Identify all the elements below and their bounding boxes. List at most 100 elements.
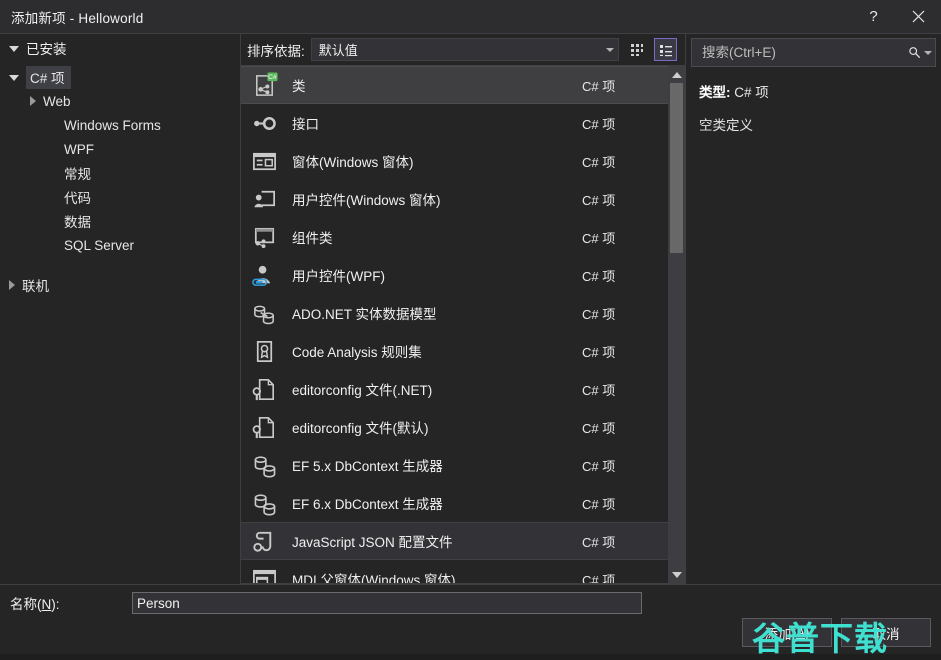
template-item-name: Code Analysis 规则集 bbox=[292, 345, 422, 360]
tree-node-web[interactable]: Web bbox=[0, 89, 240, 113]
chevron-down-icon bbox=[601, 47, 618, 52]
template-item-name: 窗体(Windows 窗体) bbox=[292, 155, 414, 170]
add-button[interactable]: 添加(A) bbox=[742, 618, 832, 647]
sort-dropdown[interactable]: 默认值 bbox=[310, 38, 619, 61]
template-item-kind: C# 项 bbox=[582, 382, 616, 398]
wpf-user-control-icon bbox=[251, 265, 270, 286]
template-item[interactable]: editorconfig 文件(默认) C# 项 bbox=[241, 408, 668, 446]
cancel-button[interactable]: 取消 bbox=[841, 618, 931, 647]
details-panel: 类型: C# 项 空类定义 bbox=[686, 34, 941, 584]
form-icon bbox=[248, 147, 280, 175]
template-item-name: JavaScript JSON 配置文件 bbox=[292, 535, 453, 550]
template-item-kind: C# 项 bbox=[582, 306, 616, 322]
categories-panel: 已安装 C# 项 Web Windows Forms WPF 常规代码数据 SQL Ser… bbox=[0, 34, 241, 584]
tree-node-item[interactable]: 代码 bbox=[0, 185, 240, 209]
tree-node-label: WPF bbox=[64, 141, 94, 157]
ef-dbcontext-icon bbox=[254, 493, 275, 515]
template-list-scrollbar[interactable] bbox=[668, 66, 685, 583]
interface-icon bbox=[248, 109, 280, 137]
template-item[interactable]: editorconfig 文件(.NET) C# 项 bbox=[241, 370, 668, 408]
template-item[interactable]: 接口 C# 项 bbox=[241, 104, 668, 142]
wpf-user-control-icon bbox=[248, 261, 280, 289]
dialog-body: 已安装 C# 项 Web Windows Forms WPF 常规代码数据 SQL Ser… bbox=[0, 34, 941, 584]
tree-node-item[interactable]: 联机 bbox=[0, 273, 240, 297]
json-config-icon bbox=[252, 531, 271, 552]
editorconfig-icon bbox=[248, 413, 280, 441]
tree-node-label: 联机 bbox=[22, 279, 49, 294]
list-view-button[interactable] bbox=[654, 38, 677, 61]
title-bar: 添加新项 - Helloworld ? bbox=[0, 0, 941, 34]
search-box[interactable] bbox=[691, 38, 936, 67]
template-item-name: ADO.NET 实体数据模型 bbox=[292, 307, 437, 322]
template-list[interactable]: C# 类 C# 项接口 C# 项窗体(Windows 窗体) C# 项用户控件(Wind… bbox=[241, 66, 668, 583]
name-input[interactable] bbox=[132, 592, 642, 614]
add-button-prefix: 添加( bbox=[764, 626, 796, 642]
tree-node-windows-forms[interactable]: Windows Forms bbox=[0, 113, 240, 137]
component-class-icon bbox=[254, 227, 274, 248]
template-item[interactable]: 用户控件(WPF) C# 项 bbox=[241, 256, 668, 294]
template-item-kind: C# 项 bbox=[582, 154, 616, 170]
mdi-parent-form-icon bbox=[248, 565, 280, 583]
template-item-kind: C# 项 bbox=[582, 420, 616, 436]
tree-node-label: C# 项 bbox=[26, 65, 71, 89]
tree-node-label: Windows Forms bbox=[64, 117, 161, 133]
ruleset-icon bbox=[248, 337, 280, 365]
component-class-icon bbox=[248, 223, 280, 251]
template-item[interactable]: EF 6.x DbContext 生成器 C# 项 bbox=[241, 484, 668, 522]
editorconfig-icon bbox=[248, 375, 280, 403]
sort-bar: 排序依据: 默认值 bbox=[241, 34, 685, 65]
tree-node-item[interactable]: 常规 bbox=[0, 161, 240, 185]
template-item[interactable]: JavaScript JSON 配置文件 C# 项 bbox=[241, 522, 668, 560]
scroll-down-button[interactable] bbox=[668, 566, 685, 583]
editorconfig-icon bbox=[252, 416, 274, 438]
template-item[interactable]: 窗体(Windows 窗体) C# 项 bbox=[241, 142, 668, 180]
tree-node-wpf[interactable]: WPF bbox=[0, 137, 240, 161]
editorconfig-icon bbox=[252, 378, 274, 400]
chevron-down-icon bbox=[924, 50, 932, 55]
template-description: 空类定义 bbox=[699, 118, 753, 133]
tree-node-sql-server[interactable]: SQL Server bbox=[0, 233, 240, 257]
sort-label: 排序依据: bbox=[247, 43, 305, 59]
installed-header[interactable]: 已安装 bbox=[0, 34, 240, 61]
scroll-up-button[interactable] bbox=[668, 66, 685, 83]
footer-buttons: 添加(A) 取消 bbox=[742, 618, 931, 647]
close-button[interactable] bbox=[896, 1, 941, 33]
template-item-name: 用户控件(WPF) bbox=[292, 269, 385, 284]
cancel-button-label: 取消 bbox=[872, 626, 900, 642]
template-item-kind: C# 项 bbox=[582, 458, 616, 474]
list-view-icon bbox=[659, 44, 672, 56]
class-icon: C# bbox=[248, 71, 280, 99]
chevron-right-icon[interactable] bbox=[30, 96, 36, 106]
dialog-footer: 名称(N): 添加(A) 取消 bbox=[0, 584, 941, 654]
scrollbar-thumb[interactable] bbox=[670, 83, 683, 253]
template-item[interactable]: Code Analysis 规则集 C# 项 bbox=[241, 332, 668, 370]
ef-dbcontext-icon bbox=[254, 455, 275, 477]
tree-node-label: 代码 bbox=[64, 191, 91, 206]
tree-node-c[interactable]: C# 项 bbox=[0, 65, 240, 89]
search-button[interactable] bbox=[905, 40, 935, 65]
ef-dbcontext-icon bbox=[248, 451, 280, 479]
template-item-name: EF 6.x DbContext 生成器 bbox=[292, 497, 443, 512]
template-item-name: 类 bbox=[292, 79, 306, 94]
template-item[interactable]: 组件类 C# 项 bbox=[241, 218, 668, 256]
form-icon bbox=[252, 152, 276, 170]
chevron-down-icon[interactable] bbox=[9, 75, 19, 81]
chevron-right-icon[interactable] bbox=[9, 280, 15, 290]
tree-node-item[interactable]: 数据 bbox=[0, 209, 240, 233]
template-item[interactable]: ADO.NET 实体数据模型 C# 项 bbox=[241, 294, 668, 332]
add-new-item-dialog: 添加新项 - Helloworld ? 已安装 C# 项 Web Windows F… bbox=[0, 0, 941, 658]
scrollbar-track[interactable] bbox=[668, 83, 685, 566]
template-item[interactable]: 用户控件(Windows 窗体) C# 项 bbox=[241, 180, 668, 218]
template-item[interactable]: C# 类 C# 项 bbox=[241, 66, 668, 104]
tree-node-label: Web bbox=[43, 93, 71, 109]
help-button[interactable]: ? bbox=[851, 1, 896, 33]
chevron-down-icon bbox=[9, 45, 19, 52]
category-tree: C# 项 Web Windows Forms WPF 常规代码数据 SQL Server 联… bbox=[0, 61, 240, 297]
template-item-kind: C# 项 bbox=[582, 496, 616, 512]
search-input[interactable] bbox=[700, 44, 905, 61]
grid-view-button[interactable] bbox=[625, 38, 648, 61]
template-item[interactable]: MDI 父窗体(Windows 窗体) C# 项 bbox=[241, 560, 668, 583]
template-item[interactable]: EF 5.x DbContext 生成器 C# 项 bbox=[241, 446, 668, 484]
